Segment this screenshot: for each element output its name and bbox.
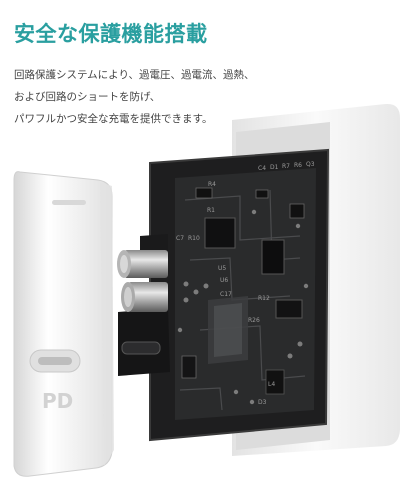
board-label: U5: [218, 265, 226, 272]
board-label: L4: [268, 381, 275, 388]
board-label: Q3: [306, 161, 315, 168]
board-label: C17: [220, 291, 232, 298]
board-label: D3: [258, 399, 267, 406]
board-label: R4: [208, 181, 216, 188]
board-label: C4: [258, 165, 266, 172]
capacitor: [117, 250, 168, 278]
board-label: R12: [258, 295, 270, 302]
board-label: R1: [207, 207, 215, 214]
usb-c-port: [29, 349, 81, 373]
pd-logo: PD: [42, 389, 73, 413]
charger-front-cap: PD: [13, 171, 114, 477]
board-label: R10: [188, 235, 200, 242]
board-label: R6: [294, 162, 302, 169]
board-label: D1: [270, 164, 279, 171]
board-label: R26: [248, 317, 260, 324]
circuit-board: R4 R1 C7 R10 U5 C4 D1 R7 R6 Q3 U6 R26 C1…: [149, 148, 330, 442]
board-label: R7: [282, 163, 290, 170]
capacitor: [121, 282, 168, 312]
board-label: U6: [220, 277, 228, 284]
board-label: C7: [176, 235, 184, 242]
product-illustration: R4 R1 C7 R10 U5 C4 D1 R7 R6 Q3 U6 R26 C1…: [13, 103, 400, 477]
